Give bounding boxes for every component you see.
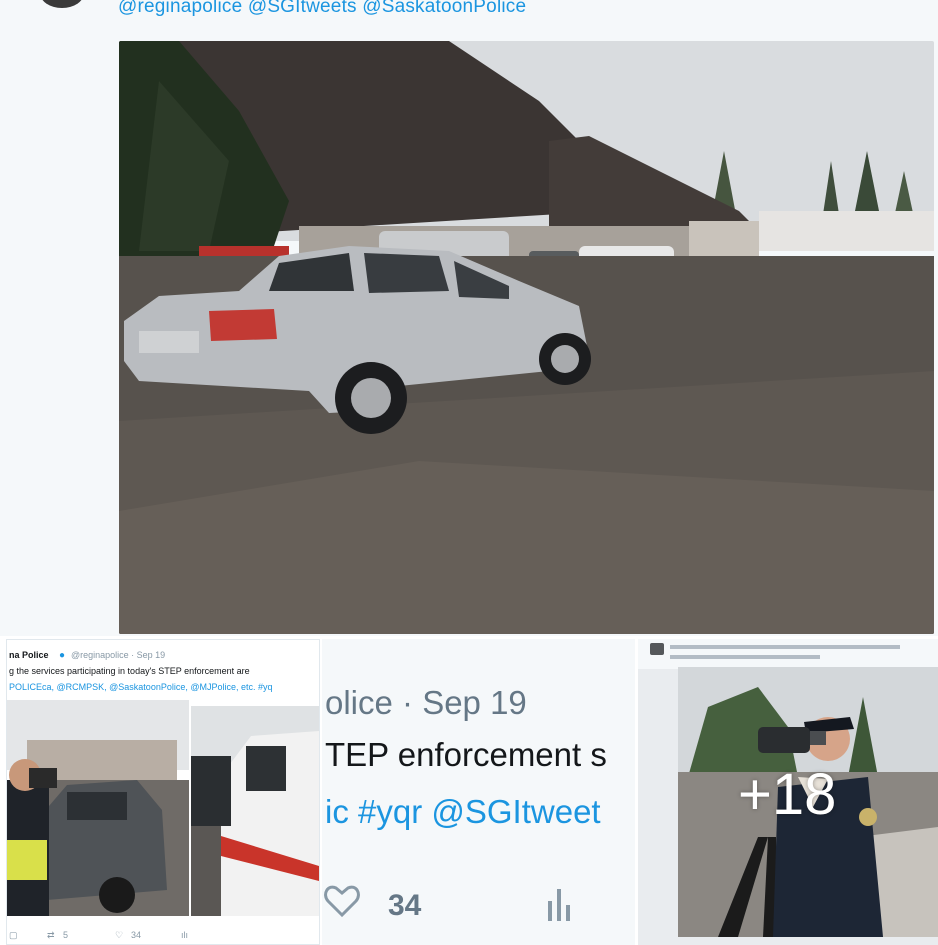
tweet-card: @reginapolice @SGItweets @SaskatoonPolic… — [0, 0, 938, 636]
thumbnail-photo-right — [191, 706, 319, 916]
tweet-handle-date: @reginapolice · Sep 19 — [71, 650, 166, 660]
retweet-count: 5 — [63, 930, 69, 940]
like-icon[interactable]: ♡ — [115, 930, 123, 941]
tweet-text-line: g the services participating in today's … — [9, 666, 250, 676]
tweet-handle-date: olice · Sep 19 — [325, 684, 527, 721]
like-count: 34 — [388, 889, 422, 922]
thumbnail-tweet-screenshot[interactable]: na Police ● @reginapolice · Sep 19 g the… — [6, 639, 320, 945]
analytics-icon[interactable]: ılı — [181, 930, 188, 940]
avatar — [650, 643, 664, 655]
photo-scene — [119, 41, 934, 634]
tweet-text-line — [670, 645, 900, 649]
tweet-text-line: TEP enforcement s — [325, 736, 607, 773]
tweet-text-line — [670, 655, 820, 659]
like-icon[interactable] — [322, 881, 362, 921]
thumbnail-photo-left — [7, 700, 189, 916]
thumbnail-tweet-header — [638, 639, 938, 669]
thumbnail-more-photos[interactable]: +18 — [638, 639, 938, 945]
verified-icon: ● — [59, 650, 66, 661]
analytics-icon[interactable] — [544, 885, 574, 925]
retweet-icon[interactable]: ⇄ — [47, 930, 55, 941]
tweet-display-name: na Police — [9, 650, 49, 660]
more-photos-count: +18 — [738, 762, 837, 827]
like-count: 34 — [131, 930, 142, 940]
tweet-mentions[interactable]: @reginapolice @SGItweets @SaskatoonPolic… — [118, 0, 526, 18]
avatar[interactable] — [40, 0, 84, 8]
reply-icon[interactable]: ▢ — [9, 930, 18, 941]
thumbnail-tweet-zoom[interactable]: olice · Sep 19 TEP enforcement s ic #yqr… — [322, 639, 635, 945]
tweet-text-line: POLICEca, @RCMPSK, @SaskatoonPolice, @MJ… — [9, 682, 273, 692]
tweet-hashtags[interactable]: ic #yqr @SGItweet — [325, 793, 601, 831]
tweet-photo[interactable] — [119, 41, 934, 634]
